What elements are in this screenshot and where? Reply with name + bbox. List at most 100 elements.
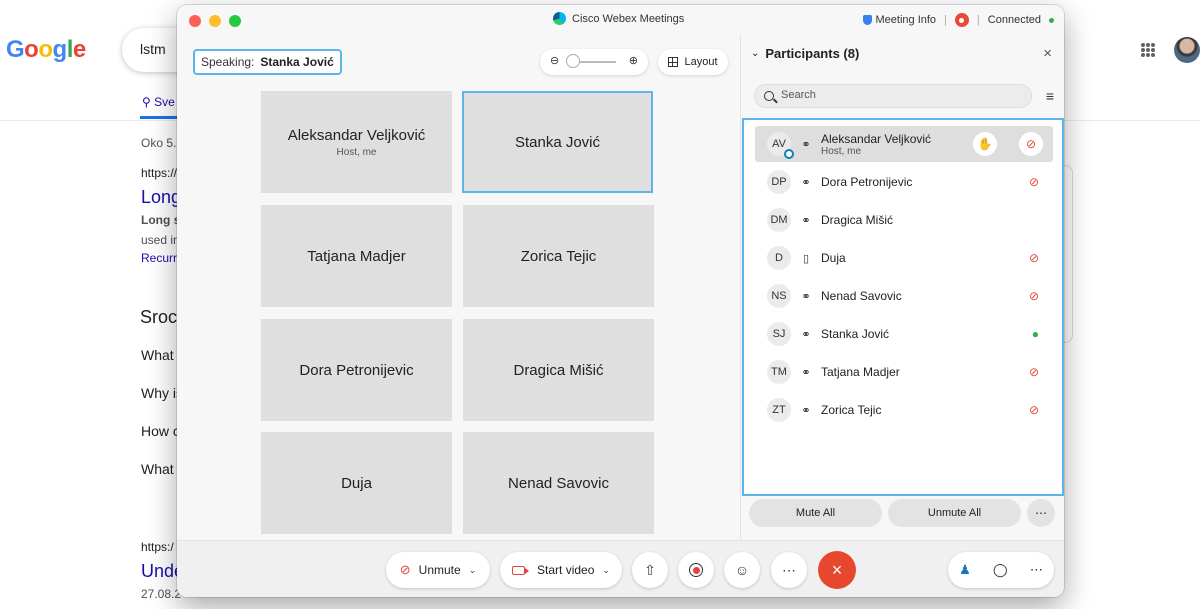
- video-tile[interactable]: Aleksandar Veljković Host, me: [261, 91, 452, 193]
- chevron-down-icon[interactable]: ⌄: [751, 48, 759, 59]
- panel-toggle-group: ♟ ◯ ⋯: [948, 552, 1054, 588]
- share-button[interactable]: ⇧: [632, 552, 668, 588]
- chevron-down-icon[interactable]: ⌄: [602, 565, 610, 576]
- video-tile[interactable]: Dragica Mišić: [463, 319, 654, 421]
- mute-all-button[interactable]: Mute All: [749, 499, 882, 527]
- avatar: ZT: [767, 398, 791, 422]
- google-tab-indicator: [140, 116, 180, 119]
- zoom-out-icon[interactable]: ⊖: [550, 54, 559, 67]
- separator: |: [976, 14, 980, 26]
- avatar: DP: [767, 170, 791, 194]
- zoom-slider-track[interactable]: [574, 61, 616, 63]
- speaking-indicator: Speaking: Stanka Jović: [193, 49, 342, 75]
- headset-icon: ⚭: [801, 328, 811, 341]
- google-tab-all[interactable]: ⚲ Sve: [142, 95, 175, 109]
- meeting-info-button[interactable]: Meeting Info: [862, 14, 936, 26]
- close-icon: ×: [831, 559, 843, 580]
- end-meeting-button[interactable]: ×: [818, 551, 856, 589]
- maximize-window-button[interactable]: [229, 15, 241, 27]
- participants-panel: ⌄ Participants (8) × Search ≡ AV ⚭ Aleks…: [740, 35, 1064, 540]
- unmute-button[interactable]: ⊘ Unmute ⌄: [386, 552, 490, 588]
- search-icon: ⚲: [142, 95, 151, 109]
- video-tile[interactable]: Zorica Tejic: [463, 205, 654, 307]
- close-window-button[interactable]: [189, 15, 201, 27]
- mic-active-icon[interactable]: ●: [1032, 327, 1039, 341]
- grid-layout-icon: [668, 57, 679, 67]
- headset-icon: ⚭: [801, 366, 811, 379]
- mic-muted-icon[interactable]: ⊘: [1029, 289, 1039, 303]
- more-options-button[interactable]: ⋯: [771, 552, 807, 588]
- mic-muted-icon[interactable]: ⊘: [1029, 175, 1039, 189]
- headset-icon: ⚭: [801, 290, 811, 303]
- participant-row[interactable]: SJ ⚭ Stanka Jović ●: [755, 316, 1053, 352]
- zoom-slider-handle[interactable]: [566, 54, 580, 68]
- apps-grid-icon[interactable]: [1141, 43, 1155, 57]
- layout-button[interactable]: Layout: [658, 49, 728, 75]
- more-icon: ⋯: [782, 561, 796, 578]
- raise-hand-icon[interactable]: ✋: [973, 132, 997, 156]
- google-question[interactable]: How c: [141, 423, 180, 439]
- headset-icon: ⚭: [801, 404, 811, 417]
- phone-icon: ▯: [802, 252, 810, 265]
- participant-row[interactable]: AV ⚭ Aleksandar Veljković Host, me ✋ ⊘: [755, 126, 1053, 162]
- reactions-button[interactable]: ☺: [724, 552, 760, 588]
- google-question[interactable]: What: [141, 461, 174, 477]
- participant-row[interactable]: NS ⚭ Nenad Savovic ⊘: [755, 278, 1053, 314]
- zoom-control[interactable]: ⊖ ⊕: [540, 49, 648, 75]
- google-result-date: 27.08.2: [141, 587, 182, 601]
- google-result-title[interactable]: Long: [141, 187, 181, 208]
- video-tile[interactable]: Duja: [261, 432, 452, 534]
- chat-icon[interactable]: ◯: [993, 562, 1008, 578]
- google-question[interactable]: What: [141, 347, 174, 363]
- record-button[interactable]: [678, 552, 714, 588]
- unmute-all-button[interactable]: Unmute All: [888, 499, 1021, 527]
- account-avatar[interactable]: [1174, 37, 1200, 63]
- mic-muted-icon[interactable]: ⊘: [1029, 403, 1039, 417]
- chevron-down-icon[interactable]: ⌄: [469, 565, 477, 576]
- google-result-sublink[interactable]: Recurr: [141, 251, 177, 265]
- minimize-window-button[interactable]: [209, 15, 221, 27]
- participant-search-input[interactable]: Search: [754, 84, 1032, 108]
- recording-indicator-icon[interactable]: [954, 13, 969, 27]
- google-section-heading: Sroc: [140, 307, 178, 327]
- google-result-snippet: used ir: [141, 233, 178, 247]
- title-bar: Cisco Webex Meetings Meeting Info | | Co…: [177, 5, 1064, 35]
- participant-row[interactable]: ZT ⚭ Zorica Tejic ⊘: [755, 392, 1053, 428]
- avatar: NS: [767, 284, 791, 308]
- shield-icon: [862, 15, 872, 25]
- google-side-card: [1063, 165, 1073, 343]
- connected-dot-icon: [1049, 17, 1054, 23]
- participants-title[interactable]: ⌄ Participants (8): [751, 46, 859, 61]
- sort-icon[interactable]: ≡: [1046, 88, 1054, 104]
- participant-row[interactable]: D ▯ Duja ⊘: [755, 240, 1053, 276]
- mic-muted-icon[interactable]: ⊘: [1019, 132, 1043, 156]
- video-tile-active-speaker[interactable]: Stanka Jović: [462, 91, 653, 193]
- participant-row[interactable]: TM ⚭ Tatjana Madjer ⊘: [755, 354, 1053, 390]
- google-result-stats: Oko 5.: [141, 136, 177, 150]
- mic-muted-icon[interactable]: ⊘: [1029, 251, 1039, 265]
- avatar: SJ: [767, 322, 791, 346]
- google-result-url[interactable]: https:/: [141, 540, 174, 554]
- zoom-in-icon[interactable]: ⊕: [629, 54, 638, 67]
- participants-icon[interactable]: ♟: [959, 562, 971, 578]
- google-logo[interactable]: Google: [6, 36, 86, 64]
- google-result-url[interactable]: https://: [141, 166, 177, 180]
- participant-row[interactable]: DM ⚭ Dragica Mišić: [755, 202, 1053, 238]
- avatar: TM: [767, 360, 791, 384]
- video-tile[interactable]: Tatjana Madjer: [261, 205, 452, 307]
- avatar: DM: [767, 208, 791, 232]
- video-tile[interactable]: Nenad Savovic: [463, 432, 654, 534]
- headset-icon: ⚭: [801, 176, 811, 189]
- window-title: Cisco Webex Meetings: [553, 12, 684, 25]
- close-panel-button[interactable]: ×: [1043, 45, 1052, 62]
- headset-icon: ⚭: [801, 138, 811, 151]
- webex-logo-icon: [553, 12, 566, 25]
- video-tile[interactable]: Dora Petronijevic: [261, 319, 452, 421]
- participant-row[interactable]: DP ⚭ Dora Petronijevic ⊘: [755, 164, 1053, 200]
- mic-muted-icon[interactable]: ⊘: [1029, 365, 1039, 379]
- connection-status: Connected: [987, 14, 1041, 26]
- more-options-icon[interactable]: ⋯: [1027, 499, 1055, 527]
- share-icon: ⇧: [644, 561, 656, 578]
- start-video-button[interactable]: Start video ⌄: [500, 552, 622, 588]
- more-icon[interactable]: ⋯: [1030, 562, 1043, 578]
